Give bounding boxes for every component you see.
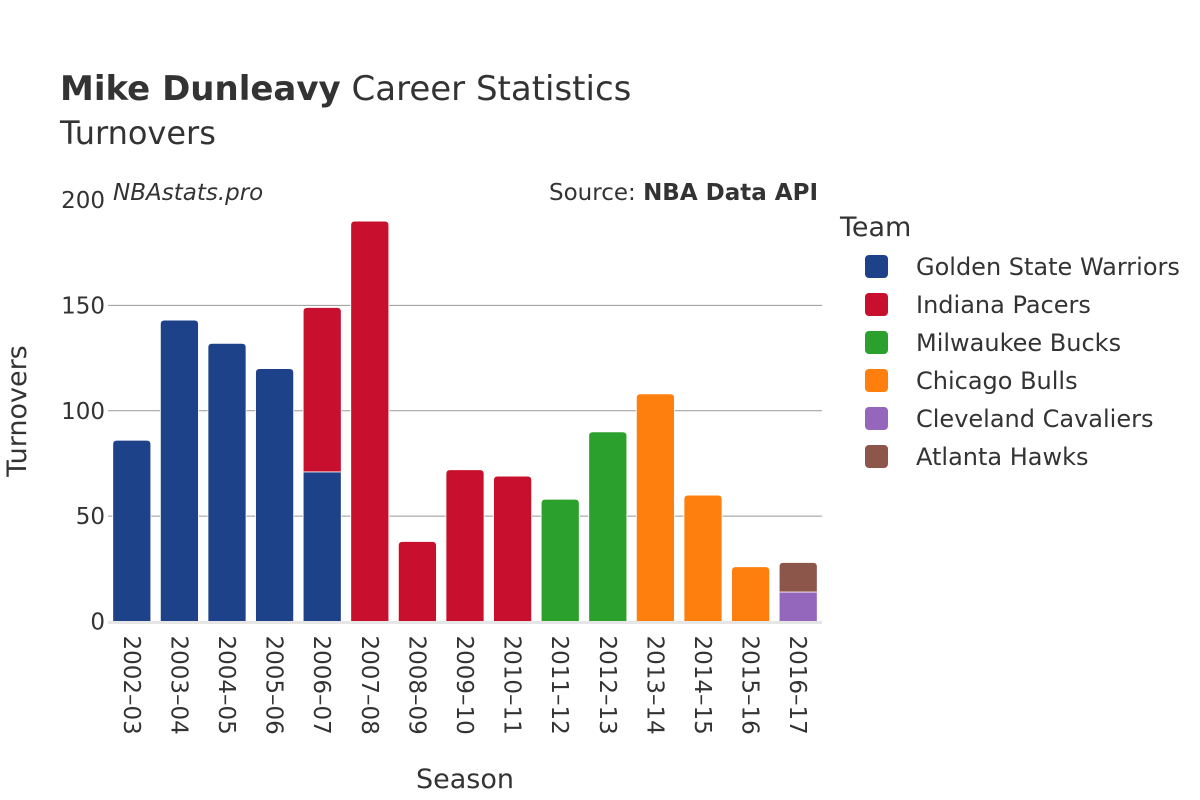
legend-label: Chicago Bulls [916,367,1078,395]
x-tick-label: 2003–04 [165,636,191,735]
legend-label: Atlanta Hawks [916,443,1089,471]
source-label: Source: [549,180,643,206]
legend-label: Milwaukee Bucks [916,329,1121,357]
x-tick-label: 2009–10 [451,636,477,735]
x-tick-label: 2010–11 [499,636,525,735]
bar-golden-state-warriors-2004–05[interactable] [207,342,247,622]
bar-indiana-pacers-2007–08[interactable] [350,220,390,622]
legend-swatch [865,407,888,430]
y-tick-label: 200 [61,188,105,214]
y-tick-label: 150 [61,293,105,319]
bar-indiana-pacers-2006–07[interactable] [302,307,342,473]
legend-swatch [865,331,888,354]
legend-item-indiana-pacers[interactable]: Indiana Pacers [865,291,1091,319]
legend-item-cleveland-cavaliers[interactable]: Cleveland Cavaliers [865,405,1153,433]
x-tick-label: 2015–16 [737,636,763,735]
x-tick-label: 2014–15 [689,636,715,735]
x-tick-label: 2008–09 [403,636,429,735]
legend-title: Team [839,212,911,243]
watermark: NBAstats.pro [113,180,263,206]
legend-label: Golden State Warriors [916,253,1180,281]
y-axis-ticks: 0 50 100 150 200 [61,188,105,636]
x-axis-ticks: 2002–03 2003–04 2004–05 2005–06 2006–07 2007–… [118,636,810,735]
bar-golden-state-warriors-2006–07[interactable] [302,471,342,622]
legend-swatch [865,293,888,316]
bar-chicago-bulls-2013–14[interactable] [635,393,675,622]
bar-indiana-pacers-2009–10[interactable] [445,469,485,622]
x-tick-label: 2006–07 [308,636,334,735]
y-tick-label: 0 [90,610,105,636]
legend-item-milwaukee-bucks[interactable]: Milwaukee Bucks [865,329,1121,357]
source-credit: Source: NBA Data API [549,180,818,206]
legend-label: Indiana Pacers [916,291,1091,319]
x-tick-label: 2016–17 [784,636,810,735]
turnovers-chart: Mike Dunleavy Career Statistics Turnover… [2,69,1180,795]
x-tick-label: 2005–06 [261,636,287,735]
legend-item-golden-state-warriors[interactable]: Golden State Warriors [865,253,1180,281]
bar-chicago-bulls-2014–15[interactable] [683,494,723,622]
source-name: NBA Data API [643,180,818,206]
bar-milwaukee-bucks-2012–13[interactable] [588,431,628,622]
legend-swatch [865,255,888,278]
bar-indiana-pacers-2010–11[interactable] [493,475,533,622]
x-tick-label: 2012–13 [594,636,620,735]
bars [112,220,818,622]
legend-label: Cleveland Cavaliers [916,405,1153,433]
x-tick-label: 2007–08 [356,636,382,735]
x-tick-label: 2002–03 [118,636,144,735]
legend-item-chicago-bulls[interactable]: Chicago Bulls [865,367,1078,395]
legend-item-atlanta-hawks[interactable]: Atlanta Hawks [865,443,1089,471]
title-rest: Career Statistics [341,69,632,109]
x-tick-label: 2013–14 [641,636,667,735]
x-tick-label: 2004–05 [213,636,239,735]
legend-swatch [865,369,888,392]
bar-golden-state-warriors-2005–06[interactable] [255,368,295,622]
legend-swatch [865,445,888,468]
bar-indiana-pacers-2008–09[interactable] [397,541,437,622]
legend: Golden State Warriors Indiana Pacers Milwa… [865,253,1180,471]
chart-title: Mike Dunleavy Career Statistics [60,69,631,109]
title-player-name: Mike Dunleavy [60,69,341,109]
x-axis-title: Season [416,764,514,795]
bar-cleveland-cavaliers-2016–17[interactable] [778,591,818,622]
bar-golden-state-warriors-2003–04[interactable] [159,319,199,622]
bar-atlanta-hawks-2016–17[interactable] [778,562,818,593]
x-tick-label: 2011–12 [546,636,572,735]
bar-milwaukee-bucks-2011–12[interactable] [540,498,580,622]
y-tick-label: 50 [76,504,105,530]
bar-chicago-bulls-2015–16[interactable] [731,566,771,622]
chart-subtitle: Turnovers [59,114,216,152]
y-tick-label: 100 [61,399,105,425]
y-axis-title: Turnovers [2,345,33,478]
bar-golden-state-warriors-2002–03[interactable] [112,439,152,622]
